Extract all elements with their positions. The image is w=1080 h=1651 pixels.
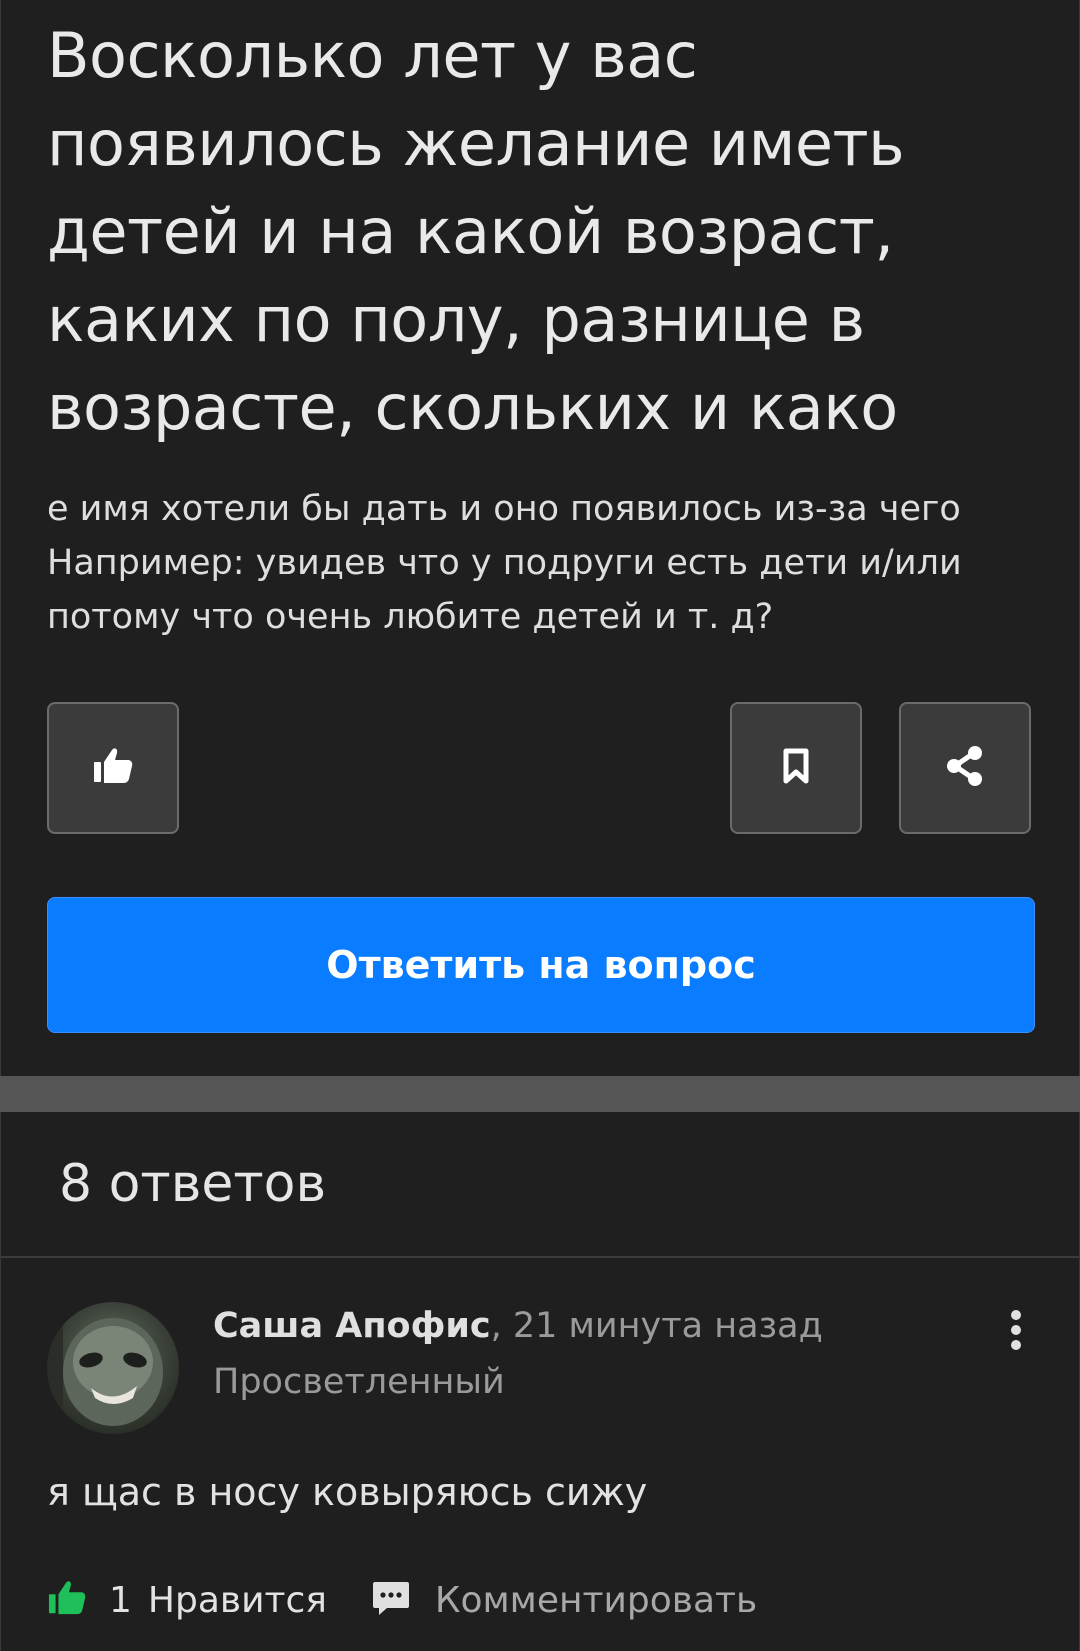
share-icon: [944, 744, 986, 792]
question-body: е имя хотели бы дать и оно появилось из-…: [47, 489, 962, 637]
thumbs-up-icon: [47, 1579, 87, 1621]
author-rank: Просветленный: [213, 1362, 505, 1402]
answer-actions: 1 Нравится Комментировать: [47, 1570, 757, 1630]
divider: [1, 1256, 1079, 1258]
share-button[interactable]: [899, 702, 1031, 834]
answer-question-button[interactable]: Ответить на вопрос: [47, 897, 1035, 1033]
question-title: Восколько лет у вас появилось желание им…: [47, 19, 905, 444]
like-count: 1: [109, 1579, 132, 1621]
bookmark-icon: [781, 748, 811, 788]
answer-text: я щас в носу ковыряюсь сижу: [47, 1470, 648, 1514]
like-answer-button[interactable]: 1 Нравится: [47, 1579, 327, 1621]
comment-icon: [371, 1578, 411, 1622]
answer-timestamp: 21 минута назад: [512, 1306, 823, 1346]
author-line: Саша Апофис, 21 минута назад: [213, 1306, 823, 1346]
author-separator: ,: [490, 1306, 513, 1346]
answers-section: 8 ответов Саша Апофис, 21 минута назад П…: [0, 1112, 1080, 1651]
thumbs-up-icon: [92, 746, 134, 790]
section-divider: [0, 1076, 1080, 1112]
question-card: Восколько лет у вас появилось желание им…: [0, 0, 1080, 1076]
answers-count: 8 ответов: [59, 1154, 327, 1214]
author-name[interactable]: Саша Апофис: [213, 1306, 491, 1346]
comment-label: Комментировать: [434, 1579, 758, 1621]
comment-button[interactable]: Комментировать: [371, 1578, 757, 1622]
bookmark-button[interactable]: [730, 702, 862, 834]
more-options-button[interactable]: [1001, 1310, 1031, 1370]
like-label: Нравится: [147, 1579, 327, 1621]
like-question-button[interactable]: [47, 702, 179, 834]
avatar[interactable]: [47, 1302, 179, 1434]
more-vertical-icon: [1011, 1310, 1021, 1350]
